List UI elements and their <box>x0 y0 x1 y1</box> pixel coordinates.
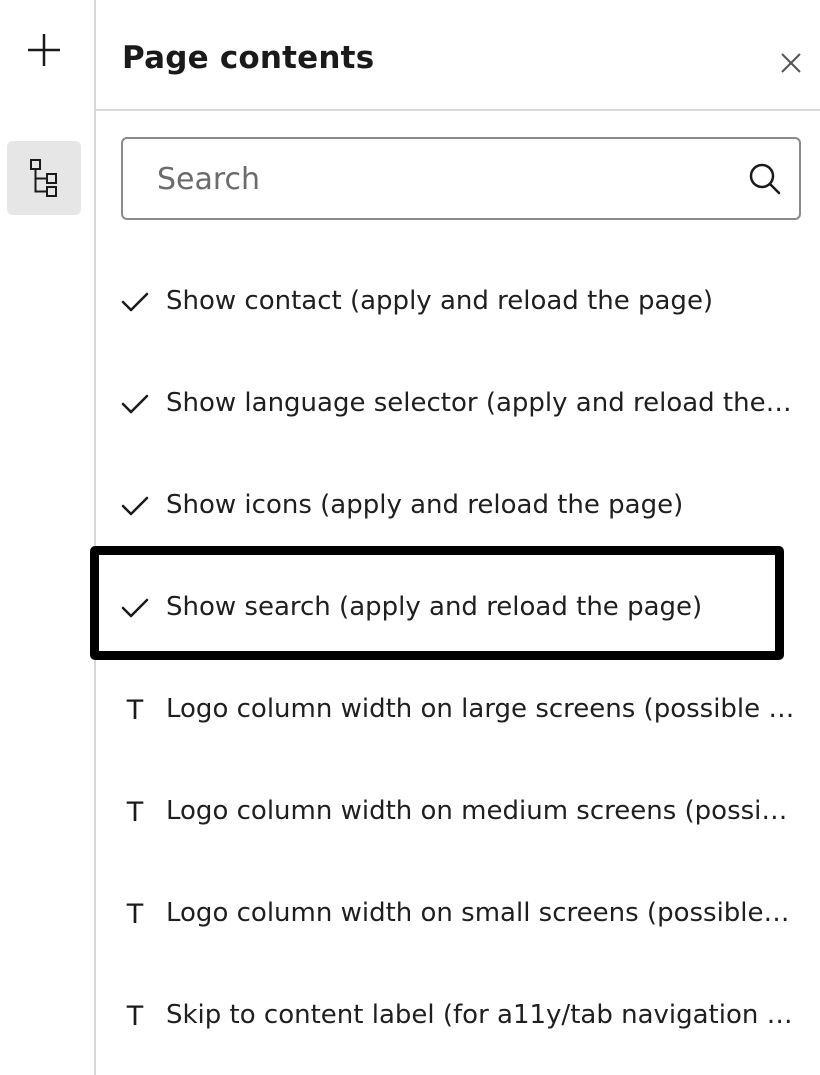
structure-tree-icon[interactable] <box>7 141 81 215</box>
page-contents-panel: Page contents Show contact (apply and re… <box>96 0 820 1075</box>
panel-title: Page contents <box>122 40 375 76</box>
list-item-label: Show search (apply and reload the page) <box>166 592 703 622</box>
list-item-label: Show language selector (apply and reload… <box>166 388 796 418</box>
list-item[interactable]: Show contact (apply and reload the page) <box>96 250 820 352</box>
page-contents-list: Show contact (apply and reload the page)… <box>96 250 820 1066</box>
list-item[interactable]: Show language selector (apply and reload… <box>96 352 820 454</box>
check-icon <box>120 491 150 521</box>
list-item[interactable]: T Logo column width on medium screens (p… <box>96 760 820 862</box>
list-item-label: Logo column width on small screens (poss… <box>166 898 796 928</box>
check-icon <box>120 593 150 623</box>
panel-header: Page contents <box>96 0 820 111</box>
plus-icon[interactable] <box>24 30 64 70</box>
close-icon[interactable] <box>778 50 804 76</box>
check-icon <box>120 287 150 317</box>
list-item-label: Logo column width on medium screens (pos… <box>166 796 796 826</box>
text-field-icon: T <box>126 796 144 828</box>
search-input[interactable] <box>157 157 717 201</box>
list-item[interactable]: T Logo column width on small screens (po… <box>96 862 820 964</box>
list-item[interactable]: T Skip to content label (for a11y/tab na… <box>96 964 820 1066</box>
left-rail <box>0 0 96 1075</box>
list-item[interactable]: T Logo column width on large screens (po… <box>96 658 820 760</box>
text-field-icon: T <box>126 1000 144 1032</box>
list-item-label: Skip to content label (for a11y/tab navi… <box>166 1000 796 1030</box>
text-field-icon: T <box>126 898 144 930</box>
list-item-label: Show icons (apply and reload the page) <box>166 490 684 520</box>
list-item-show-search[interactable]: Show search (apply and reload the page) <box>96 556 820 658</box>
search-icon[interactable] <box>747 161 783 197</box>
list-item-label: Show contact (apply and reload the page) <box>166 286 714 316</box>
check-icon <box>120 389 150 419</box>
text-field-icon: T <box>126 694 144 726</box>
list-item[interactable]: Show icons (apply and reload the page) <box>96 454 820 556</box>
search-field[interactable] <box>121 137 801 220</box>
list-item-label: Logo column width on large screens (poss… <box>166 694 796 724</box>
